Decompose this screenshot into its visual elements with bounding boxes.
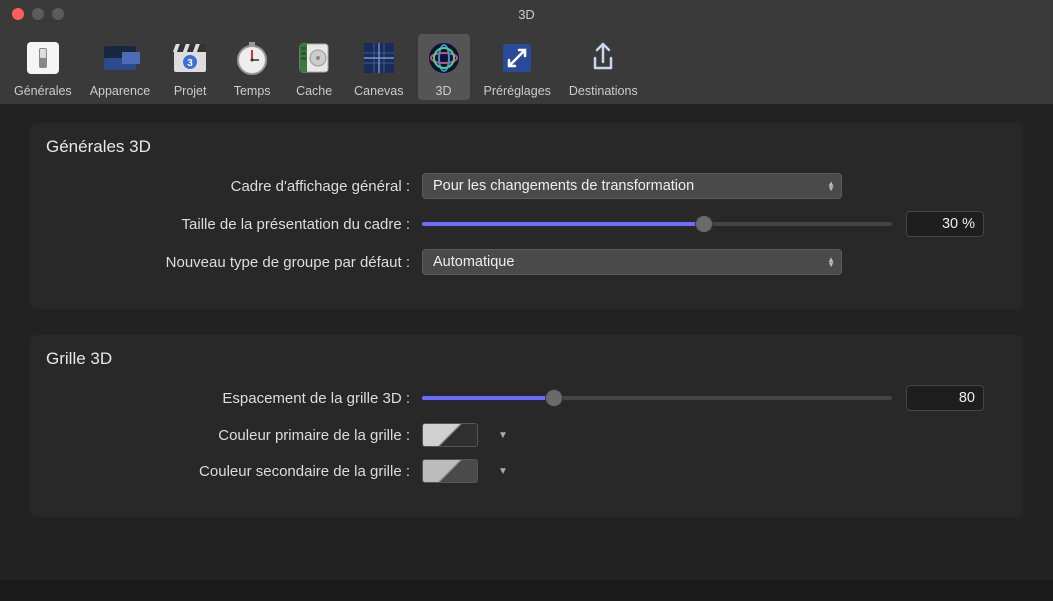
tab-label: Destinations — [569, 84, 638, 98]
group-type-popup[interactable]: Automatique ▲▼ — [422, 249, 842, 275]
frame-size-row: Taille de la présentation du cadre : 30 … — [52, 211, 1001, 237]
tab-canvas[interactable]: Canevas — [350, 34, 407, 100]
secondary-color-label: Couleur secondaire de la grille : — [52, 463, 422, 480]
section-title: Grille 3D — [46, 349, 1001, 369]
section-title: Générales 3D — [46, 137, 1001, 157]
tab-time[interactable]: Temps — [226, 34, 278, 100]
expand-arrows-icon — [495, 36, 539, 80]
secondary-color-row: Couleur secondaire de la grille : ▼ — [52, 459, 1001, 483]
tab-cache[interactable]: Cache — [288, 34, 340, 100]
secondary-color-well[interactable] — [422, 459, 478, 483]
zoom-button[interactable] — [52, 8, 64, 20]
3d-gimbal-icon — [422, 36, 466, 80]
switch-icon — [21, 36, 65, 80]
chevron-updown-icon: ▲▼ — [827, 181, 835, 191]
frame-size-slider[interactable] — [422, 214, 892, 234]
tab-label: Canevas — [354, 84, 403, 98]
window-title: 3D — [0, 7, 1053, 22]
display-box-popup[interactable]: Pour les changements de transformation ▲… — [422, 173, 842, 199]
window-controls — [0, 8, 64, 20]
titlebar: 3D — [0, 0, 1053, 28]
grid-3d-section: Grille 3D Espacement de la grille 3D : 8… — [30, 335, 1023, 517]
general-3d-section: Générales 3D Cadre d'affichage général :… — [30, 123, 1023, 309]
svg-text:3: 3 — [187, 58, 193, 69]
tab-destinations[interactable]: Destinations — [565, 34, 642, 100]
primary-color-row: Couleur primaire de la grille : ▼ — [52, 423, 1001, 447]
grid-canvas-icon — [357, 36, 401, 80]
minimize-button[interactable] — [32, 8, 44, 20]
disk-icon — [292, 36, 336, 80]
close-button[interactable] — [12, 8, 24, 20]
primary-color-label: Couleur primaire de la grille : — [52, 427, 422, 444]
tab-label: 3D — [436, 84, 452, 98]
tab-label: Préréglages — [484, 84, 551, 98]
tab-3d[interactable]: 3D — [418, 34, 470, 100]
grid-spacing-slider[interactable] — [422, 388, 892, 408]
grid-spacing-label: Espacement de la grille 3D : — [52, 390, 422, 407]
stopwatch-icon — [230, 36, 274, 80]
tab-project[interactable]: 3 Projet — [164, 34, 216, 100]
appearance-icon — [98, 36, 142, 80]
film-clapper-icon: 3 — [168, 36, 212, 80]
preferences-toolbar: Générales Apparence 3 Projet — [0, 28, 1053, 105]
frame-size-value[interactable]: 30 % — [906, 211, 984, 237]
preferences-content: Générales 3D Cadre d'affichage général :… — [0, 105, 1053, 580]
tab-general[interactable]: Générales — [10, 34, 76, 100]
grid-spacing-row: Espacement de la grille 3D : 80 — [52, 385, 1001, 411]
grid-spacing-value[interactable]: 80 — [906, 385, 984, 411]
display-box-row: Cadre d'affichage général : Pour les cha… — [52, 173, 1001, 199]
tab-label: Apparence — [90, 84, 150, 98]
share-icon — [581, 36, 625, 80]
tab-appearance[interactable]: Apparence — [86, 34, 154, 100]
tab-label: Cache — [296, 84, 332, 98]
popup-value: Pour les changements de transformation — [433, 178, 694, 194]
frame-size-label: Taille de la présentation du cadre : — [52, 216, 422, 233]
popup-value: Automatique — [433, 254, 514, 270]
primary-color-well[interactable] — [422, 423, 478, 447]
chevron-down-icon[interactable]: ▼ — [492, 466, 514, 477]
tab-presets[interactable]: Préréglages — [480, 34, 555, 100]
chevron-updown-icon: ▲▼ — [827, 257, 835, 267]
display-box-label: Cadre d'affichage général : — [52, 178, 422, 195]
group-type-label: Nouveau type de groupe par défaut : — [52, 254, 422, 271]
tab-label: Projet — [174, 84, 207, 98]
chevron-down-icon[interactable]: ▼ — [492, 430, 514, 441]
group-type-row: Nouveau type de groupe par défaut : Auto… — [52, 249, 1001, 275]
tab-label: Générales — [14, 84, 72, 98]
tab-label: Temps — [234, 84, 271, 98]
